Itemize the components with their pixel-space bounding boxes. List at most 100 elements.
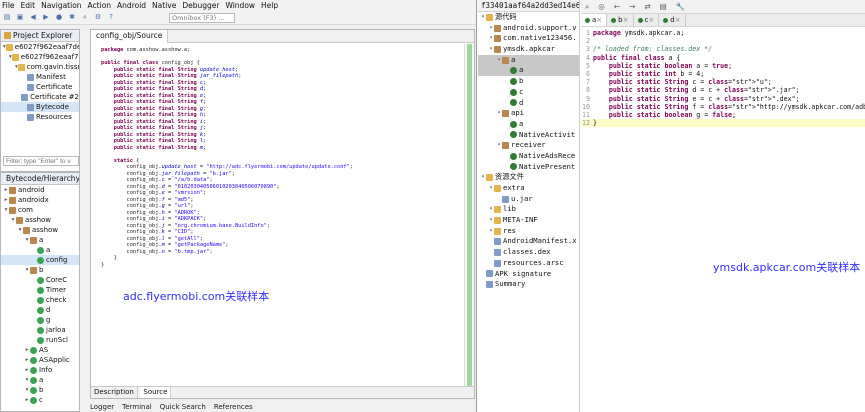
back-icon[interactable]: ◀ — [28, 13, 38, 22]
close-icon[interactable]: × — [675, 14, 681, 26]
jadx-tree-item[interactable]: a — [478, 119, 579, 130]
jadx-tree-item[interactable]: ▾ 源代码 — [478, 12, 579, 23]
tab-terminal[interactable]: Terminal — [122, 402, 152, 412]
jadx-tree-item[interactable]: ▾ android.support.v — [478, 23, 579, 34]
bytecode-tree-item[interactable]: ▸ c — [1, 395, 79, 405]
tab-description[interactable]: Description — [91, 387, 138, 398]
log-icon[interactable]: ▤ — [660, 2, 667, 11]
tab-quick-search[interactable]: Quick Search — [160, 402, 206, 412]
bytecode-tree-item[interactable]: config — [1, 255, 79, 265]
jadx-tree-item[interactable]: c — [478, 87, 579, 98]
bytecode-tree-item[interactable]: ▾ asshow — [1, 215, 79, 225]
settings-icon[interactable]: ⚙ — [93, 13, 103, 22]
open-icon[interactable]: ▤ — [2, 13, 12, 22]
menu-item-navigation[interactable]: Navigation — [41, 1, 81, 10]
bytecode-tree-item[interactable]: ▾ b — [1, 385, 79, 395]
jadx-tree-item[interactable]: ▾ com.native123456. — [478, 33, 579, 44]
bytecode-tree-item[interactable]: ▸ AS — [1, 345, 79, 355]
menu-item-android[interactable]: Android — [117, 1, 146, 10]
tab-source[interactable]: Source — [140, 387, 172, 398]
project-tree-item[interactable]: Bytecode — [1, 102, 79, 112]
prefs-icon[interactable]: 🔧 — [676, 2, 685, 11]
bytecode-tree-item[interactable]: ▸ Info — [1, 365, 79, 375]
jadx-tree-item[interactable]: AndroidManifest.x — [478, 236, 579, 247]
menu-item-window[interactable]: Window — [225, 1, 255, 10]
bytecode-tree-item[interactable]: ▾ b — [1, 265, 79, 275]
back-icon[interactable]: ← — [614, 2, 620, 11]
jadx-tab-c[interactable]: c × — [634, 14, 660, 26]
jadx-tab-d[interactable]: d × — [659, 14, 686, 26]
save-icon[interactable]: ▣ — [15, 13, 25, 22]
menu-item-debugger[interactable]: Debugger — [182, 1, 219, 10]
menu-item-help[interactable]: Help — [261, 1, 278, 10]
bytecode-tree-item[interactable]: CoreC — [1, 275, 79, 285]
bytecode-tree-item[interactable]: ▸ android — [1, 185, 79, 195]
menu-item-native[interactable]: Native — [152, 1, 176, 10]
forward-icon[interactable]: ▶ — [41, 13, 51, 22]
omnibox-input[interactable] — [169, 12, 235, 23]
project-tree-item[interactable]: ▾e6027f962eaaf7de — [1, 52, 79, 62]
project-tree-item[interactable]: ▾e6027f962eaaf7dede — [1, 42, 79, 52]
project-tree-item[interactable]: Certificate #2 — [1, 92, 79, 102]
bytecode-tree-item[interactable]: d — [1, 305, 79, 315]
project-tree-item[interactable]: Manifest — [1, 72, 79, 82]
close-icon[interactable]: × — [596, 14, 602, 26]
editor-tab-config-obj[interactable]: config_obj/Source — [91, 30, 169, 43]
source-code[interactable]: package com.asshow.asshow.a; public fina… — [91, 44, 462, 386]
bytecode-tree-item[interactable]: g — [1, 315, 79, 325]
jadx-tree-item[interactable]: ▾ a — [478, 54, 579, 66]
tab-logger[interactable]: Logger — [90, 402, 114, 412]
project-tree-item[interactable]: Resources — [1, 112, 79, 122]
bytecode-tree-item[interactable]: ▸ ASApplic — [1, 355, 79, 365]
close-icon[interactable]: × — [648, 14, 654, 26]
bytecode-tree-item[interactable]: a — [1, 245, 79, 255]
search-icon[interactable]: ⌕ — [80, 13, 90, 22]
tab-references[interactable]: References — [214, 402, 253, 412]
jadx-tree-item[interactable]: a — [478, 65, 579, 77]
bytecode-tree-item[interactable]: ▾ com — [1, 205, 79, 215]
jadx-tree-item[interactable]: ▾ extra — [478, 183, 579, 194]
menu-item-file[interactable]: File — [2, 1, 15, 10]
jadx-tree-item[interactable]: u.jar — [478, 194, 579, 205]
bytecode-tree-item[interactable]: runScl — [1, 335, 79, 345]
bytecode-tree-item[interactable]: Timer — [1, 285, 79, 295]
bytecode-hierarchy-title[interactable]: Bytecode/Hierarchy — [1, 173, 79, 185]
close-icon[interactable]: × — [623, 14, 629, 26]
bytecode-tree-item[interactable]: ▾ asshow — [1, 225, 79, 235]
menu-item-action[interactable]: Action — [88, 1, 112, 10]
jadx-tree-item[interactable]: classes.dex — [478, 247, 579, 258]
search-icon[interactable]: ⌕ — [585, 2, 589, 12]
jadx-tree-item[interactable]: ▾ 资源文件 — [478, 172, 579, 183]
project-filter-input[interactable] — [3, 156, 79, 166]
bytecode-tree-item[interactable]: ▾ a — [1, 375, 79, 385]
debug-icon[interactable]: ✱ — [67, 13, 77, 22]
bytecode-tree-item[interactable]: ▾ a — [1, 235, 79, 245]
jadx-code[interactable]: 1 package ymsdk.apkcar.a; 2 3/* loaded fro… — [581, 29, 865, 128]
run-icon[interactable]: ● — [54, 13, 64, 22]
overview-ruler[interactable] — [464, 44, 474, 386]
project-tree-item[interactable]: Certificate — [1, 82, 79, 92]
jadx-tree-item[interactable]: NativeAdsRece — [478, 151, 579, 162]
jadx-tree-item[interactable]: ▾ res — [478, 226, 579, 237]
jadx-tab-b[interactable]: b × — [607, 14, 634, 26]
jadx-tree-item[interactable]: ▾ META-INF — [478, 215, 579, 226]
jadx-tree-item[interactable]: d — [478, 98, 579, 109]
jadx-tree-item[interactable]: b — [478, 76, 579, 87]
project-explorer-title[interactable]: Project Explorer — [1, 30, 79, 42]
bytecode-tree-item[interactable]: check — [1, 295, 79, 305]
jadx-tab-a[interactable]: a × — [581, 14, 608, 26]
jadx-tree-item[interactable]: ▾ api — [478, 108, 579, 119]
bytecode-tree-item[interactable]: jarloa — [1, 325, 79, 335]
jadx-tree-item[interactable]: NativeActivit — [478, 130, 579, 141]
jadx-tree-item[interactable]: ▾ ymsdk.apkcar — [478, 44, 579, 55]
jadx-tree-item[interactable]: ▾ receiver — [478, 140, 579, 151]
find-usage-icon[interactable]: ◎ — [598, 2, 605, 11]
jadx-tree-item[interactable]: Summary — [478, 279, 579, 290]
jadx-tree-item[interactable]: ▾ lib — [478, 204, 579, 215]
forward-icon[interactable]: → — [629, 2, 635, 11]
jadx-tree-item[interactable]: resources.arsc — [478, 258, 579, 269]
jadx-tree-item[interactable]: APK signature — [478, 269, 579, 280]
help-icon[interactable]: ? — [106, 13, 116, 22]
project-tree-item[interactable]: ▾ com.gavin.tissm — [1, 62, 79, 72]
menu-item-edit[interactable]: Edit — [21, 1, 36, 10]
